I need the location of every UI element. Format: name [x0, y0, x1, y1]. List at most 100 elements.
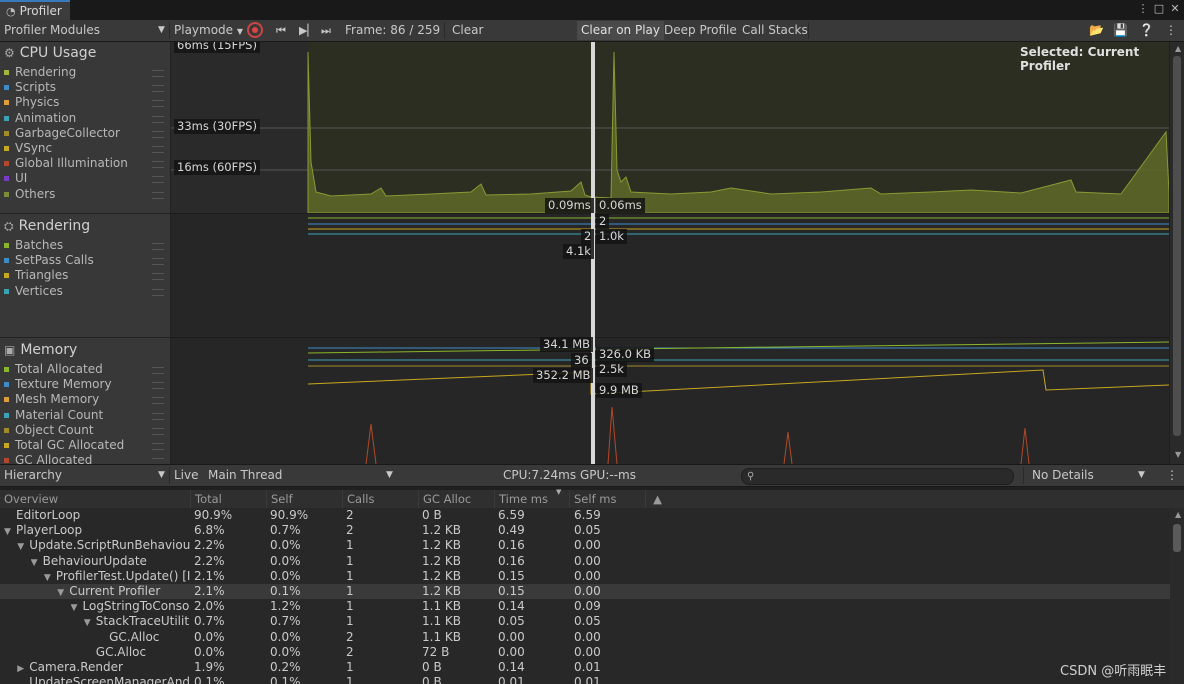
table-row[interactable]: ▼ BehaviourUpdate 2.2% 0.0% 1 1.2 KB 0.16 0.00 — [0, 554, 1170, 569]
scroll-up-icon[interactable]: ▲ — [1175, 44, 1181, 53]
close-icon[interactable]: ✕ — [1168, 2, 1182, 16]
drag-handle-icon[interactable] — [152, 427, 164, 435]
col-self-ms[interactable]: Self ms — [569, 490, 645, 508]
col-total[interactable]: Total — [190, 490, 266, 508]
table-row[interactable]: ▼ Update.ScriptRunBehaviourU 2.2% 0.0% 1 1.2 … — [0, 538, 1170, 553]
collapse-arrow-icon[interactable]: ▼ — [31, 556, 43, 569]
cpu-module-header[interactable]: ⚙ CPU Usage — [4, 42, 96, 64]
warning-column-icon[interactable]: ▲ — [645, 490, 669, 508]
hierarchy-scroll-thumb[interactable] — [1173, 524, 1181, 552]
table-row[interactable]: ▶ Camera.Render 1.9% 0.2% 1 0 B 0.14 0.01 — [0, 660, 1170, 675]
search-input[interactable]: ⚲ — [741, 468, 1014, 485]
module-item-cpu[interactable]: Scripts — [4, 80, 56, 95]
module-item-cpu[interactable]: Others — [4, 187, 55, 202]
details-dropdown[interactable]: No Details — [1032, 465, 1094, 486]
last-frame-icon[interactable]: ⏭ — [321, 20, 331, 41]
save-icon[interactable]: 💾 — [1113, 20, 1128, 41]
deep-profile-button[interactable]: Deep Profile — [660, 21, 741, 40]
table-row[interactable]: ▼ LogStringToConsol 2.0% 1.2% 1 1.1 KB 0.14 0.0… — [0, 599, 1170, 614]
col-overview[interactable]: Overview — [0, 490, 190, 508]
table-row[interactable]: EditorLoop 90.9% 90.9% 2 0 B 6.59 6.59 — [0, 508, 1170, 523]
module-item-cpu[interactable]: Animation — [4, 111, 76, 126]
module-item-rendering[interactable]: Vertices — [4, 284, 63, 299]
module-item-memory[interactable]: Total GC Allocated — [4, 438, 124, 453]
module-item-cpu[interactable]: Rendering — [4, 65, 76, 80]
next-frame-icon[interactable]: ▶▏ — [299, 20, 316, 41]
drag-handle-icon[interactable] — [152, 130, 164, 138]
module-item-cpu[interactable]: GarbageCollector — [4, 126, 120, 141]
kebab-menu-icon[interactable]: ⋮ — [1136, 2, 1150, 16]
col-self[interactable]: Self — [266, 490, 342, 508]
drag-handle-icon[interactable] — [152, 70, 164, 77]
charts-scroll-thumb[interactable] — [1173, 56, 1181, 436]
module-item-cpu[interactable]: Physics — [4, 95, 59, 110]
collapse-arrow-icon[interactable]: ▼ — [84, 616, 96, 629]
collapse-arrow-icon[interactable]: ▼ — [71, 601, 83, 614]
drag-handle-icon[interactable] — [152, 288, 164, 296]
help-icon[interactable]: ❔ — [1139, 20, 1154, 41]
expand-arrow-icon[interactable]: ▶ — [17, 662, 29, 675]
profiler-charts[interactable]: 66ms (15FPS) 33ms (30FPS) 16ms (60FPS) S… — [171, 42, 1169, 464]
collapse-arrow-icon[interactable]: ▼ — [4, 525, 16, 538]
clear-button[interactable]: Clear — [448, 21, 487, 40]
toolbar-menu-icon[interactable]: ⋮ — [1165, 20, 1177, 41]
drag-handle-icon[interactable] — [152, 115, 164, 123]
view-type-dropdown[interactable]: Hierarchy — [4, 465, 62, 486]
playmode-dropdown[interactable]: Playmode ▼ — [174, 20, 243, 41]
scroll-up-icon[interactable]: ▲ — [1175, 510, 1181, 519]
drag-handle-icon[interactable] — [152, 443, 164, 450]
drag-handle-icon[interactable] — [152, 258, 164, 266]
module-item-rendering[interactable]: Batches — [4, 238, 63, 253]
collapse-arrow-icon[interactable]: ▼ — [57, 586, 69, 599]
profiler-modules-dropdown[interactable]: Profiler Modules — [4, 20, 100, 41]
maximize-icon[interactable]: □ — [1152, 2, 1166, 16]
drag-handle-icon[interactable] — [152, 146, 164, 153]
drag-handle-icon[interactable] — [152, 412, 164, 420]
table-row[interactable]: UpdateScreenManagerAndIn 0.1% 0.1% 1 0 B 0.01… — [0, 675, 1170, 684]
module-item-rendering[interactable]: Triangles — [4, 268, 68, 283]
module-item-cpu[interactable]: VSync — [4, 141, 52, 156]
load-icon[interactable]: 📂 — [1089, 20, 1104, 41]
drag-handle-icon[interactable] — [152, 367, 164, 374]
hierarchy-menu-icon[interactable]: ⋮ — [1166, 465, 1178, 486]
module-item-rendering[interactable]: SetPass Calls — [4, 253, 94, 268]
table-row[interactable]: ▼ StackTraceUtilit 0.7% 0.7% 1 1.1 KB 0.05 0.05 — [0, 614, 1170, 629]
collapse-arrow-icon[interactable]: ▼ — [17, 540, 29, 553]
charts-scrollbar[interactable]: ▲ ▼ — [1170, 42, 1184, 464]
drag-handle-icon[interactable] — [152, 161, 164, 169]
record-button[interactable] — [247, 22, 263, 38]
scroll-down-icon[interactable]: ▼ — [1175, 450, 1181, 459]
collapse-arrow-icon[interactable]: ▼ — [44, 571, 56, 584]
drag-handle-icon[interactable] — [152, 176, 164, 184]
call-stacks-button[interactable]: Call Stacks — [738, 21, 812, 40]
col-gc-alloc[interactable]: GC Alloc — [418, 490, 494, 508]
hierarchy-scrollbar[interactable]: ▲ — [1170, 508, 1184, 684]
drag-handle-icon[interactable] — [152, 191, 164, 199]
module-item-cpu[interactable]: UI — [4, 171, 27, 186]
memory-module-header[interactable]: ▣ Memory — [4, 339, 77, 361]
table-row[interactable]: ▼ Current Profiler 2.1% 0.1% 1 1.2 KB 0.15 0.00 — [0, 584, 1170, 599]
drag-handle-icon[interactable] — [152, 382, 164, 390]
table-row[interactable]: ▼ProfilerTest.Update() [Inv 2.1% 0.0% 1 1.2 … — [0, 569, 1170, 584]
thread-dropdown[interactable]: Main Thread — [208, 465, 282, 486]
drag-handle-icon[interactable] — [152, 100, 164, 108]
module-item-memory[interactable]: Material Count — [4, 408, 103, 423]
module-item-memory[interactable]: Mesh Memory — [4, 392, 99, 407]
module-item-memory[interactable]: Total Allocated — [4, 362, 103, 377]
table-row[interactable]: GC.Alloc 0.0% 0.0% 2 72 B 0.00 0.00 — [0, 645, 1170, 660]
clear-on-play-button[interactable]: Clear on Play — [577, 21, 664, 40]
module-item-memory[interactable]: Texture Memory — [4, 377, 112, 392]
first-frame-icon[interactable]: ⏮ — [276, 20, 286, 41]
col-calls[interactable]: Calls — [342, 490, 418, 508]
drag-handle-icon[interactable] — [152, 273, 164, 281]
module-item-memory[interactable]: Object Count — [4, 423, 94, 438]
module-item-memory[interactable]: GC Allocated — [4, 453, 92, 464]
live-toggle[interactable]: Live — [174, 465, 199, 486]
profiler-tab[interactable]: ◔ Profiler — [0, 0, 70, 20]
table-row[interactable]: ▼ PlayerLoop 6.8% 0.7% 2 1.2 KB 0.49 0.05 — [0, 523, 1170, 538]
module-item-cpu[interactable]: Global Illumination — [4, 156, 128, 171]
drag-handle-icon[interactable] — [152, 397, 164, 405]
drag-handle-icon[interactable] — [152, 85, 164, 93]
table-row[interactable]: GC.Alloc 0.0% 0.0% 2 1.1 KB 0.00 0.00 — [0, 630, 1170, 645]
drag-handle-icon[interactable] — [152, 243, 164, 250]
